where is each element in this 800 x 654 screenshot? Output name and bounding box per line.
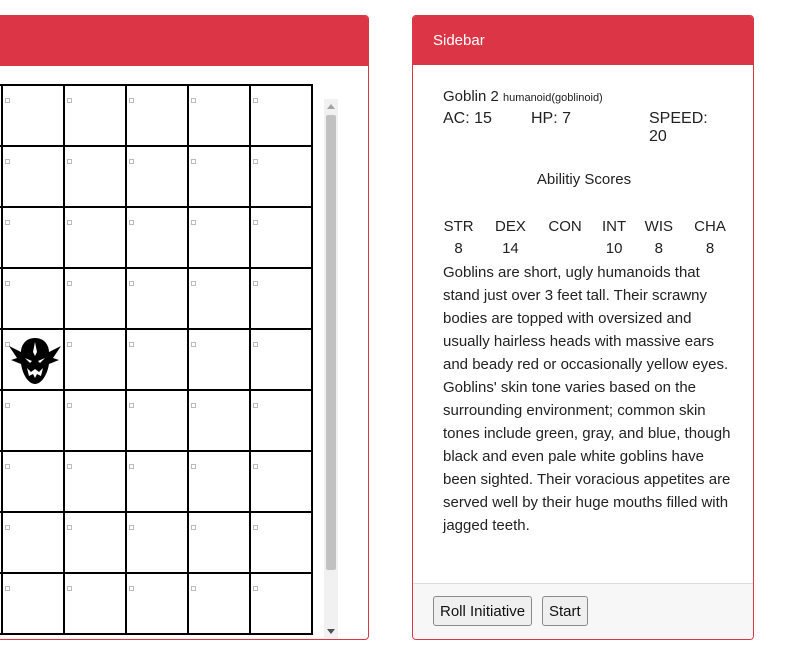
battle-grid[interactable] [0,84,313,635]
sidebar: Sidebar Goblin 2 humanoid(goblinoid) AC:… [412,15,754,640]
ability-label: INT [602,218,627,235]
grid-cell[interactable] [189,147,251,208]
grid-cell[interactable] [127,513,189,574]
grid-cell[interactable] [65,513,127,574]
grid-cell[interactable] [251,269,313,330]
grid-cell[interactable] [189,513,251,574]
grid-cell[interactable] [65,86,127,147]
grid-cell[interactable] [251,147,313,208]
goblin-icon[interactable] [7,332,63,388]
grid-cell[interactable] [127,208,189,269]
grid-cell[interactable] [251,330,313,391]
grid-cell[interactable] [3,452,65,513]
ability-value: 14 [502,240,519,257]
grid-cell[interactable] [3,86,65,147]
grid-cell[interactable] [251,513,313,574]
ability-values-row: 8 14 10 8 8 [433,238,737,260]
ability-label: STR [443,218,474,235]
grid-cell[interactable] [65,330,127,391]
monster-name-line: Goblin 2 humanoid(goblinoid) [443,88,603,105]
grid-cell[interactable] [127,574,189,635]
grid-cell[interactable] [65,391,127,452]
grid-cell[interactable] [127,269,189,330]
grid-cell[interactable] [189,269,251,330]
grid-cell[interactable] [189,330,251,391]
grid-cell[interactable] [251,574,313,635]
ability-scores-title: Abilitiy Scores [536,171,632,188]
start-button[interactable]: Start [542,596,588,626]
grid-cell[interactable] [251,208,313,269]
vertical-scroll-thumb[interactable] [326,115,336,570]
monster-name: Goblin 2 [443,88,499,105]
ability-value: 8 [705,240,715,257]
monster-type: humanoid(goblinoid) [503,92,603,104]
ability-label: WIS [644,218,673,235]
grid-cell[interactable] [189,86,251,147]
grid-cell[interactable] [127,147,189,208]
grid-cell[interactable] [189,452,251,513]
ability-scores-table: STR DEX CON INT WIS CHA 8 14 10 8 8 [433,216,737,260]
ability-label: CHA [694,218,726,235]
grid-cell[interactable] [251,86,313,147]
grid-cell[interactable] [189,391,251,452]
ability-value: 10 [605,240,623,257]
grid-cell[interactable] [189,574,251,635]
grid-cell[interactable] [3,513,65,574]
ability-label: DEX [494,218,526,235]
grid-cell[interactable] [127,86,189,147]
grid-cell[interactable] [127,330,189,391]
grid-cell[interactable] [3,208,65,269]
hit-points: HP: 7 [531,110,572,127]
horizontal-scrollbar[interactable] [0,638,324,639]
ability-label: CON [548,218,582,235]
ability-value: 8 [454,240,463,257]
grid-cell[interactable] [3,147,65,208]
map-panel-header [0,16,368,66]
grid-cell[interactable] [3,269,65,330]
grid-cell[interactable] [127,391,189,452]
sidebar-footer: Roll Initiative Start [413,583,753,639]
grid-cell[interactable] [251,391,313,452]
scroll-down-arrow-icon[interactable] [327,629,335,634]
armor-class: AC: 15 [443,110,492,127]
grid-cell[interactable] [65,269,127,330]
grid-cell[interactable] [3,391,65,452]
ability-value: 8 [654,240,663,257]
scroll-up-arrow-icon[interactable] [327,104,335,109]
vertical-scrollbar[interactable] [324,99,338,639]
ability-value [537,238,594,260]
grid-cell[interactable] [3,574,65,635]
roll-initiative-button[interactable]: Roll Initiative [433,596,533,626]
grid-cell[interactable] [127,452,189,513]
grid-cell[interactable] [189,208,251,269]
grid-cell[interactable] [251,452,313,513]
grid-cell[interactable] [65,452,127,513]
monster-description: Goblins are short, ugly humanoids that s… [443,264,731,534]
grid-cell[interactable] [65,208,127,269]
speed: SPEED: 20 [649,110,708,145]
map-viewport[interactable] [0,84,338,637]
grid-cell[interactable] [3,330,65,391]
sidebar-title: Sidebar [413,16,753,65]
ability-labels-row: STR DEX CON INT WIS CHA [433,216,737,238]
grid-cell[interactable] [65,147,127,208]
grid-cell[interactable] [65,574,127,635]
map-panel [0,15,369,640]
